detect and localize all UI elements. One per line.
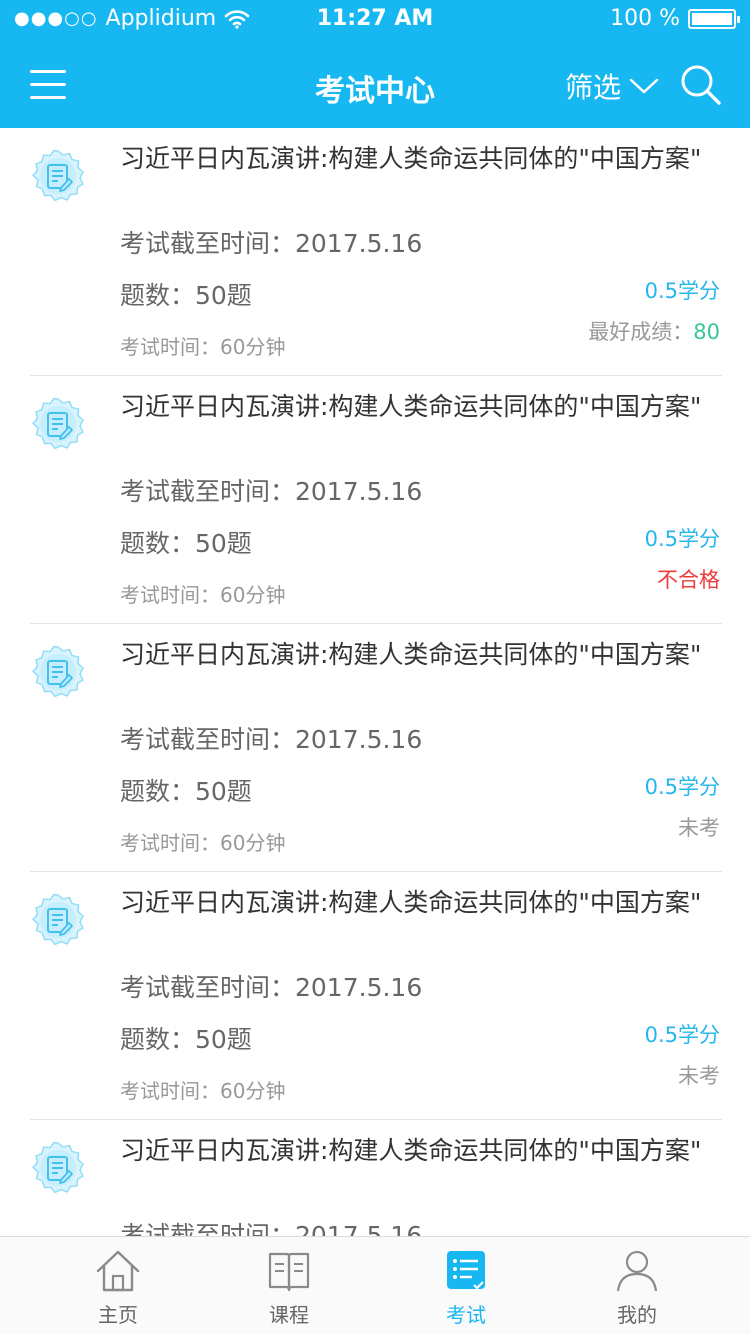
exam-credit: 0.5学分 bbox=[644, 1023, 720, 1047]
exam-best-score: 80 bbox=[693, 320, 720, 344]
exam-list-item[interactable]: 习近平日内瓦演讲:构建人类命运共同体的"中国方案" 考试截至时间：2017.5.… bbox=[0, 623, 750, 872]
tab-label: 主页 bbox=[98, 1303, 138, 1327]
exam-duration: 考试时间：60分钟 bbox=[120, 831, 286, 855]
exam-deadline: 考试截至时间：2017.5.16 bbox=[120, 477, 423, 506]
menu-button[interactable] bbox=[30, 68, 66, 100]
battery-percentage: 100 % bbox=[610, 6, 680, 31]
tab-courses[interactable]: 课程 bbox=[214, 1237, 364, 1334]
exam-title: 习近平日内瓦演讲:构建人类命运共同体的"中国方案" bbox=[120, 144, 702, 173]
battery-level bbox=[692, 12, 732, 25]
exam-credit: 0.5学分 bbox=[644, 775, 720, 799]
exam-paper-icon bbox=[32, 149, 84, 202]
exam-credit: 0.5学分 bbox=[644, 527, 720, 551]
app-header: ●●●○○ Applidium 11:27 AM 100 % 考试中心 筛选 bbox=[0, 0, 750, 128]
menu-icon-line bbox=[30, 70, 66, 73]
exam-list-item[interactable]: 习近平日内瓦演讲:构建人类命运共同体的"中国方案" 考试截至时间：2017.5.… bbox=[0, 375, 750, 624]
exam-question-count: 题数：50题 bbox=[120, 281, 252, 310]
exam-result: 未考 bbox=[678, 1060, 720, 1090]
exam-result: 最好成绩：80 bbox=[588, 316, 720, 346]
tab-bar: 主页 课程 考试 我的 bbox=[0, 1236, 750, 1334]
status-bar: ●●●○○ Applidium 11:27 AM 100 % bbox=[0, 0, 750, 40]
exam-credit: 0.5学分 bbox=[644, 279, 720, 303]
search-icon[interactable] bbox=[680, 64, 722, 106]
exam-deadline: 考试截至时间：2017.5.16 bbox=[120, 229, 423, 258]
user-icon bbox=[616, 1250, 658, 1292]
tab-label: 我的 bbox=[617, 1303, 657, 1327]
exam-deadline: 考试截至时间：2017.5.16 bbox=[120, 1221, 423, 1236]
nav-bar: 考试中心 筛选 bbox=[0, 40, 750, 128]
exam-title: 习近平日内瓦演讲:构建人类命运共同体的"中国方案" bbox=[120, 888, 702, 917]
exam-question-count: 题数：50题 bbox=[120, 777, 252, 806]
exam-result-label: 未考 bbox=[678, 1064, 720, 1088]
exam-list: 习近平日内瓦演讲:构建人类命运共同体的"中国方案" 考试截至时间：2017.5.… bbox=[0, 128, 750, 1236]
exam-deadline: 考试截至时间：2017.5.16 bbox=[120, 725, 423, 754]
exam-result-label: 未考 bbox=[678, 816, 720, 840]
chevron-down-icon bbox=[629, 78, 659, 94]
status-right: 100 % bbox=[610, 6, 740, 31]
exam-title: 习近平日内瓦演讲:构建人类命运共同体的"中国方案" bbox=[120, 392, 702, 421]
exam-title: 习近平日内瓦演讲:构建人类命运共同体的"中国方案" bbox=[120, 1136, 702, 1165]
exam-duration: 考试时间：60分钟 bbox=[120, 1079, 286, 1103]
exam-paper-icon bbox=[32, 397, 84, 450]
exam-result-label: 最好成绩： bbox=[588, 320, 694, 344]
exam-question-count: 题数：50题 bbox=[120, 529, 252, 558]
exam-title: 习近平日内瓦演讲:构建人类命运共同体的"中国方案" bbox=[120, 640, 702, 669]
exam-paper-icon bbox=[32, 645, 84, 698]
tab-home[interactable]: 主页 bbox=[43, 1237, 193, 1334]
battery-icon bbox=[688, 8, 740, 29]
exam-list-item[interactable]: 习近平日内瓦演讲:构建人类命运共同体的"中国方案" 考试截至时间：2017.5.… bbox=[0, 128, 750, 376]
exam-result: 不合格 bbox=[657, 564, 720, 594]
filter-label: 筛选 bbox=[565, 71, 622, 104]
exam-duration: 考试时间：60分钟 bbox=[120, 583, 286, 607]
exam-question-count: 题数：50题 bbox=[120, 1025, 252, 1054]
exam-duration: 考试时间：60分钟 bbox=[120, 335, 286, 359]
filter-button[interactable]: 筛选 bbox=[565, 66, 659, 106]
exam-list-icon bbox=[447, 1251, 485, 1290]
menu-icon-line bbox=[30, 96, 66, 99]
exam-result-label: 不合格 bbox=[657, 568, 720, 592]
exam-list-item[interactable]: 习近平日内瓦演讲:构建人类命运共同体的"中国方案" 考试截至时间：2017.5.… bbox=[0, 871, 750, 1120]
exam-deadline: 考试截至时间：2017.5.16 bbox=[120, 973, 423, 1002]
exam-list-item[interactable]: 习近平日内瓦演讲:构建人类命运共同体的"中国方案" 考试截至时间：2017.5.… bbox=[0, 1119, 750, 1236]
exam-paper-icon bbox=[32, 1141, 84, 1194]
exam-paper-icon bbox=[32, 893, 84, 946]
tab-label: 考试 bbox=[446, 1303, 486, 1327]
book-icon bbox=[268, 1252, 310, 1292]
home-icon bbox=[96, 1250, 140, 1292]
exam-result: 未考 bbox=[678, 812, 720, 842]
tab-profile[interactable]: 我的 bbox=[562, 1237, 712, 1334]
menu-icon-line bbox=[30, 83, 66, 86]
tab-exams[interactable]: 考试 bbox=[391, 1237, 541, 1334]
tab-label: 课程 bbox=[269, 1303, 309, 1327]
